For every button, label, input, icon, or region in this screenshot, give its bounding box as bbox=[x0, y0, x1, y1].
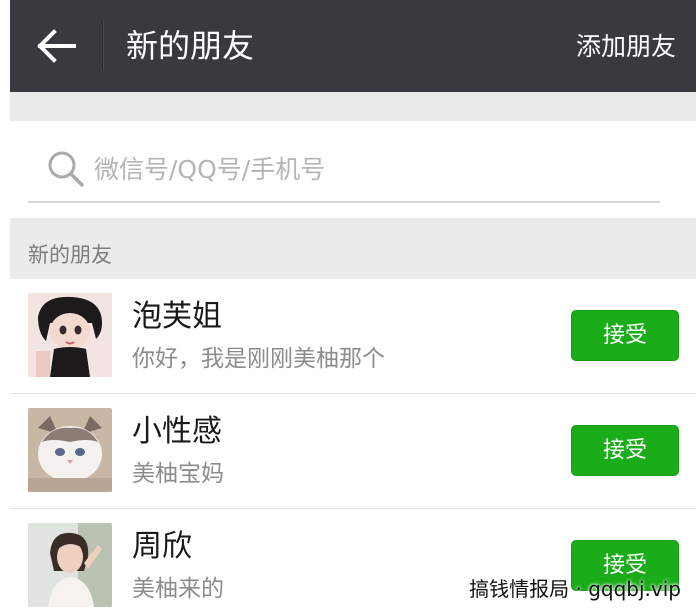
friend-message: 美柚宝妈 bbox=[132, 461, 224, 487]
friend-message: 你好，我是刚刚美柚那个 bbox=[132, 346, 385, 372]
friend-name: 泡芙姐 bbox=[132, 299, 222, 334]
section-label: 新的朋友 bbox=[28, 243, 112, 267]
friend-request-row[interactable]: 泡芙姐 你好，我是刚刚美柚那个 接受 bbox=[10, 279, 696, 394]
search-icon bbox=[48, 151, 84, 187]
search-panel bbox=[10, 121, 696, 218]
back-button[interactable] bbox=[34, 26, 78, 66]
search-input[interactable] bbox=[94, 149, 634, 189]
accept-button[interactable]: 接受 bbox=[571, 310, 679, 361]
page-title: 新的朋友 bbox=[126, 27, 255, 65]
friend-request-list: 泡芙姐 你好，我是刚刚美柚那个 接受 小性感 美柚宝妈 接受 周欣 美柚来的 接… bbox=[10, 279, 696, 608]
friend-message: 美柚来的 bbox=[132, 576, 224, 602]
screen: 新的朋友 添加朋友 新的朋友 bbox=[0, 0, 699, 608]
wechat-new-friends-page: 新的朋友 添加朋友 新的朋友 bbox=[10, 0, 696, 608]
cat-avatar[interactable] bbox=[28, 408, 112, 492]
watermark: 搞钱情报局 · gqqbj.vip bbox=[469, 577, 681, 601]
add-friends-button[interactable]: 添加朋友 bbox=[576, 28, 676, 66]
friend-request-row[interactable]: 小性感 美柚宝妈 接受 bbox=[10, 394, 696, 509]
friend-name: 小性感 bbox=[132, 414, 222, 449]
nav-divider bbox=[102, 22, 103, 70]
arrow-left-icon bbox=[37, 29, 76, 63]
top-navigation-bar: 新的朋友 添加朋友 bbox=[10, 0, 696, 92]
cartoon-girl-avatar[interactable] bbox=[28, 293, 112, 377]
search-field[interactable] bbox=[28, 141, 660, 203]
accept-button[interactable]: 接受 bbox=[571, 425, 679, 476]
woman-photo-avatar[interactable] bbox=[28, 523, 112, 607]
friend-name: 周欣 bbox=[132, 529, 192, 564]
